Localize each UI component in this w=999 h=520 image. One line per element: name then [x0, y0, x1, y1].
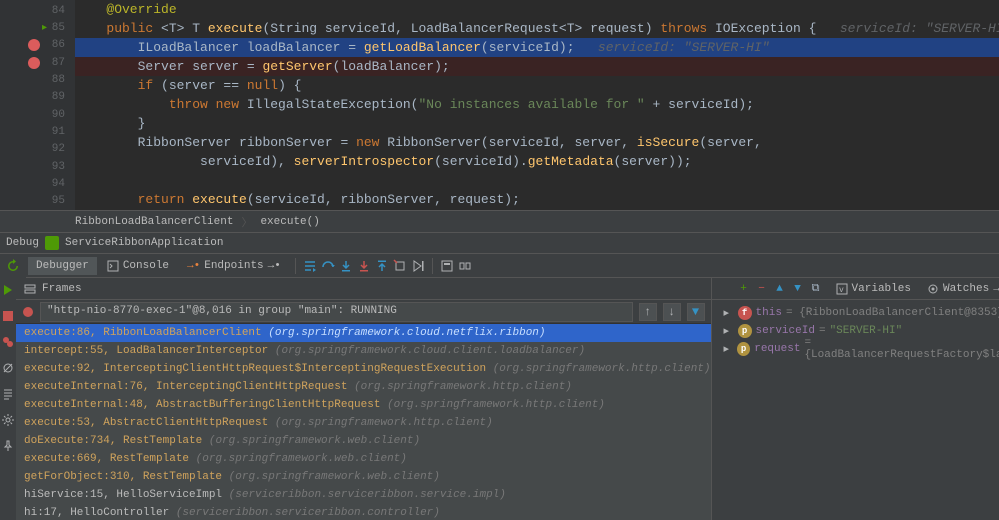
- drop-frame-icon[interactable]: [392, 258, 408, 274]
- stack-frame[interactable]: executeInternal:76, InterceptingClientHt…: [16, 378, 711, 396]
- application-icon: [45, 236, 59, 250]
- mute-breakpoints-button[interactable]: [0, 360, 16, 376]
- line-number[interactable]: 93: [0, 158, 75, 175]
- expand-icon[interactable]: ▸: [724, 342, 733, 356]
- code-editor: 84 ▸85 86 87 88 89 90 91 92 93 94 95 @Ov…: [0, 0, 999, 210]
- stack-frame[interactable]: hiService:15, HelloServiceImpl (servicer…: [16, 486, 711, 504]
- variables-icon: v: [836, 283, 848, 295]
- step-into-icon[interactable]: [338, 258, 354, 274]
- frames-header: Frames: [16, 278, 711, 300]
- move-watch-down-button[interactable]: ▼: [790, 281, 806, 297]
- breakpoint-icon[interactable]: [28, 39, 40, 51]
- settings-button[interactable]: [0, 412, 16, 428]
- tab-watches[interactable]: Watches →•: [919, 278, 999, 299]
- line-number[interactable]: 88: [0, 71, 75, 88]
- frames-panel: Frames "http-nio-8770-exec-1"@8,016 in g…: [16, 278, 712, 520]
- line-number[interactable]: 89: [0, 89, 75, 106]
- debug-side-toolbar: [0, 278, 16, 520]
- stack-frame[interactable]: intercept:55, LoadBalancerInterceptor (o…: [16, 342, 711, 360]
- variables-list[interactable]: ▸fthis = {RibbonLoadBalancerClient@8353}…: [712, 300, 999, 520]
- variables-header: + − ▲ ▼ ⧉ v Variables Watches →•: [712, 278, 999, 300]
- duplicate-watch-button[interactable]: ⧉: [808, 281, 824, 297]
- stack-frame[interactable]: execute:86, RibbonLoadBalancerClient (or…: [16, 324, 711, 342]
- stack-frame[interactable]: execute:92, InterceptingClientHttpReques…: [16, 360, 711, 378]
- variable-type-icon: p: [737, 342, 750, 356]
- new-watch-button[interactable]: +: [736, 281, 752, 297]
- tab-debugger[interactable]: Debugger: [28, 257, 97, 275]
- stack-frame[interactable]: execute:669, RestTemplate (org.springfra…: [16, 450, 711, 468]
- expand-icon[interactable]: ▸: [724, 306, 734, 320]
- stack-frame[interactable]: getForObject:310, RestTemplate (org.spri…: [16, 468, 711, 486]
- debug-app-name: ServiceRibbonApplication: [65, 237, 223, 249]
- debug-body: Frames "http-nio-8770-exec-1"@8,016 in g…: [0, 278, 999, 520]
- step-over-icon[interactable]: [320, 258, 336, 274]
- line-number[interactable]: 86: [0, 37, 75, 54]
- breakpoint-icon[interactable]: [28, 57, 40, 69]
- expand-icon[interactable]: ▸: [724, 324, 734, 338]
- thread-icon: [22, 306, 34, 318]
- line-number[interactable]: 90: [0, 106, 75, 123]
- view-breakpoints-button[interactable]: [0, 334, 16, 350]
- thread-select[interactable]: "http-nio-8770-exec-1"@8,016 in group "m…: [40, 302, 633, 322]
- run-arrow-icon[interactable]: ▸: [42, 22, 47, 34]
- tab-console[interactable]: Console: [99, 257, 177, 275]
- move-watch-up-button[interactable]: ▲: [772, 281, 788, 297]
- tab-endpoints[interactable]: →• Endpoints →•: [179, 257, 289, 275]
- breadcrumb-method[interactable]: execute(): [260, 216, 319, 228]
- line-number[interactable]: 84: [0, 2, 75, 19]
- prev-frame-button[interactable]: ↑: [639, 303, 657, 321]
- gutter: 84 ▸85 86 87 88 89 90 91 92 93 94 95: [0, 0, 75, 210]
- resume-button[interactable]: [0, 282, 16, 298]
- next-frame-button[interactable]: ↓: [663, 303, 681, 321]
- rerun-col: [0, 254, 26, 278]
- line-number[interactable]: 94: [0, 175, 75, 192]
- variable-row[interactable]: ▸fthis = {RibbonLoadBalancerClient@8353}: [716, 304, 999, 322]
- frames-icon: [24, 283, 36, 295]
- stack-frame[interactable]: hi:17, HelloController (serviceribbon.se…: [16, 504, 711, 520]
- trace-current-stream-chain-icon[interactable]: [457, 258, 473, 274]
- debug-tool-window-header: Debug ServiceRibbonApplication: [0, 232, 999, 254]
- force-step-into-icon[interactable]: [356, 258, 372, 274]
- stack-frame[interactable]: execute:53, AbstractClientHttpRequest (o…: [16, 414, 711, 432]
- tab-variables[interactable]: v Variables: [828, 278, 919, 299]
- line-number[interactable]: 87: [0, 54, 75, 71]
- line-number[interactable]: 91: [0, 123, 75, 140]
- variable-type-icon: f: [738, 306, 752, 320]
- line-number[interactable]: 95: [0, 193, 75, 210]
- rerun-button[interactable]: [5, 258, 21, 274]
- stop-button[interactable]: [0, 308, 16, 324]
- stack-frame[interactable]: executeInternal:48, AbstractBufferingCli…: [16, 396, 711, 414]
- line-number[interactable]: ▸85: [0, 19, 75, 36]
- watches-icon: [927, 283, 939, 295]
- pin-button[interactable]: [0, 438, 16, 454]
- filter-frames-button[interactable]: ▼: [687, 303, 705, 321]
- stack-frame[interactable]: doExecute:734, RestTemplate (org.springf…: [16, 432, 711, 450]
- frames-list[interactable]: execute:86, RibbonLoadBalancerClient (or…: [16, 324, 711, 520]
- breadcrumb[interactable]: RibbonLoadBalancerClient 〉 execute(): [0, 210, 999, 232]
- show-execution-point-icon[interactable]: [302, 258, 318, 274]
- line-number[interactable]: 92: [0, 141, 75, 158]
- thread-selector-row: "http-nio-8770-exec-1"@8,016 in group "m…: [16, 300, 711, 324]
- evaluate-expression-icon[interactable]: [439, 258, 455, 274]
- code-area[interactable]: @Override public <T> T execute(String se…: [75, 0, 999, 210]
- run-to-cursor-icon[interactable]: [410, 258, 426, 274]
- breadcrumb-class[interactable]: RibbonLoadBalancerClient: [75, 216, 233, 228]
- get-thread-dump-button[interactable]: [0, 386, 16, 402]
- variables-panel: + − ▲ ▼ ⧉ v Variables Watches →• ▸fthis …: [712, 278, 999, 520]
- variable-type-icon: p: [738, 324, 752, 338]
- chevron-right-icon: 〉: [241, 214, 252, 230]
- debug-label: Debug: [6, 237, 39, 249]
- remove-watch-button[interactable]: −: [754, 281, 770, 297]
- debug-toolbar: Debugger Console →• Endpoints →•: [0, 254, 999, 278]
- variable-row[interactable]: ▸prequest = {LoadBalancerRequestFactory$…: [716, 340, 999, 358]
- svg-text:v: v: [839, 286, 844, 295]
- step-out-icon[interactable]: [374, 258, 390, 274]
